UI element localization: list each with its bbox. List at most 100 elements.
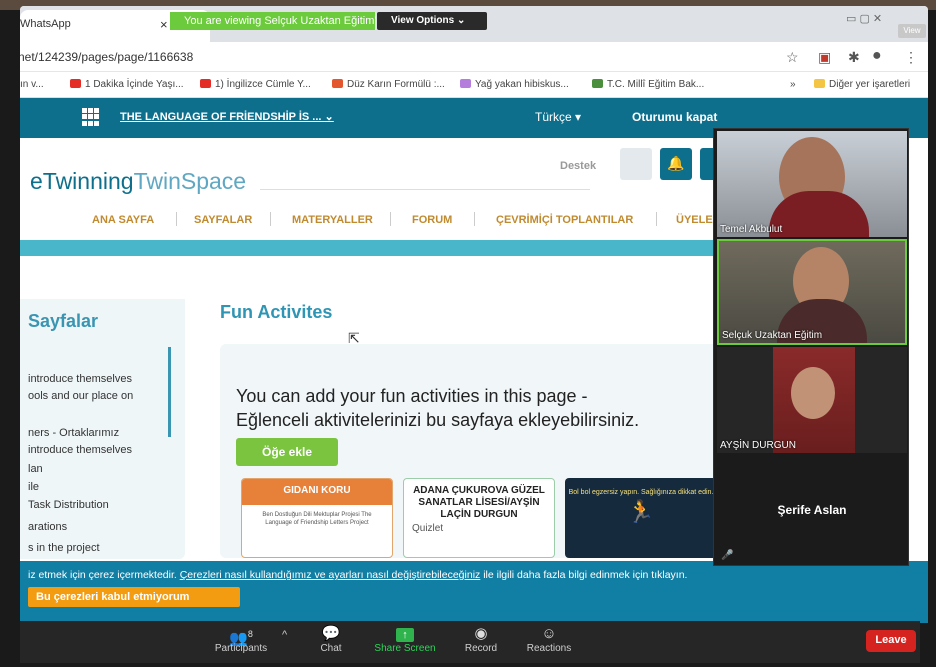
intro-text: You can add your fun activities in this … xyxy=(236,386,640,430)
participants-icon: 👥8 xyxy=(229,629,253,647)
record-icon: ◉ xyxy=(474,625,488,642)
menu-separator xyxy=(474,212,475,226)
bookmark-item[interactable]: T.C. Millî Eğitim Bak... xyxy=(592,79,704,90)
language-selector[interactable]: Türkçe ▾ xyxy=(535,110,581,124)
activity-tile[interactable]: GIDANI KORU Ben Dostluğun Dili Mektuplar… xyxy=(241,478,393,558)
menu-forum[interactable]: FORUM xyxy=(412,214,452,226)
project-selector[interactable]: THE LANGUAGE OF FRİENDSHİP İS ... ⌄ xyxy=(120,110,334,123)
support-link[interactable]: Destek xyxy=(560,160,596,172)
flower-icon xyxy=(460,79,471,88)
profile-icon[interactable]: ● xyxy=(872,47,882,65)
sidebar-title: Sayfalar xyxy=(28,311,99,331)
bookmark-item[interactable]: 1) İngilizce Cümle Y... xyxy=(200,79,311,90)
bookmark-item[interactable]: ın v... xyxy=(20,79,44,90)
tile-body: Ben Dostluğun Dili Mektuplar Projesi The… xyxy=(262,512,372,526)
kebab-menu-icon[interactable]: ⋮ xyxy=(904,49,918,66)
record-button[interactable]: ◉ Record xyxy=(446,625,516,654)
tile-title: ADANA ÇUKUROVA GÜZEL SANATLAR LİSESİ/AYŞ… xyxy=(413,485,545,520)
menu-pages[interactable]: SAYFALAR xyxy=(194,214,252,226)
sidebar-item[interactable]: introduce themselves xyxy=(28,444,132,456)
url-text[interactable]: net/124239/pages/page/1166638 xyxy=(20,50,193,64)
chevron-down-icon: ⌄ xyxy=(324,111,334,123)
leave-button[interactable]: Leave xyxy=(866,630,916,652)
tab-bar: WhatsApp × You are viewing Selçuk Uzakta… xyxy=(20,6,928,42)
logout-link[interactable]: Oturumu kapat xyxy=(632,110,717,124)
bookmark-item[interactable]: Yağ yakan hibiskus... xyxy=(460,79,569,90)
bookmarks-overflow[interactable]: » xyxy=(790,79,796,90)
video-tile[interactable]: Temel Akbulut xyxy=(717,131,907,237)
caret-down-icon: ▾ xyxy=(575,110,582,124)
teal-bar xyxy=(20,240,720,256)
pages-sidebar: Sayfalar introduce themselves ools and o… xyxy=(20,299,185,559)
participant-name: Temel Akbulut xyxy=(720,224,783,235)
sidebar-item[interactable]: ile xyxy=(28,481,39,493)
participant-name: Selçuk Uzaktan Eğitim xyxy=(722,330,823,341)
folder-icon xyxy=(814,79,825,88)
bookmark-item[interactable]: Düz Karın Formülü :... xyxy=(332,79,445,90)
cookie-banner: iz etmek için çerez içermektedir. Çerezl… xyxy=(20,561,928,623)
participants-caret-icon[interactable]: ^ xyxy=(282,629,287,641)
activity-tile[interactable]: ADANA ÇUKUROVA GÜZEL SANATLAR LİSESİ/AYŞ… xyxy=(403,478,555,558)
youtube-icon xyxy=(70,79,81,88)
exercise-illustration: 🏃 xyxy=(627,499,655,524)
divider xyxy=(260,189,590,190)
view-options-button[interactable]: View Options ⌄ xyxy=(377,12,487,30)
tile-type: Quizlet xyxy=(412,523,444,534)
share-screen-button[interactable]: ↑ Share Screen xyxy=(370,625,440,654)
bell-icon[interactable]: 🔔 xyxy=(660,148,692,180)
mic-muted-icon: 🎤 xyxy=(721,550,734,561)
menu-materials[interactable]: MATERYALLER xyxy=(292,214,373,226)
sidebar-item[interactable]: s in the project xyxy=(28,542,100,554)
cookie-settings-link[interactable]: Çerezleri nasıl kullandığımız ve ayarlar… xyxy=(180,569,481,581)
add-item-button[interactable]: Öğe ekle xyxy=(236,438,338,466)
bookmark-folder[interactable]: Diğer yer işaretleri xyxy=(814,79,910,90)
view-button[interactable]: View xyxy=(898,24,926,38)
reject-cookies-button[interactable]: Bu çerezleri kabul etmiyorum xyxy=(28,587,240,607)
video-tile[interactable]: AYŞİN DURGUN xyxy=(717,347,907,453)
bookmark-item[interactable]: 1 Dakika İçinde Yaşı... xyxy=(70,79,184,90)
sidebar-item[interactable]: lan xyxy=(28,463,43,475)
tile-text: Bol bol egzersiz yapın. Sağlığınıza dikk… xyxy=(568,489,714,496)
cookie-text: iz etmek için çerez içermektedir. Çerezl… xyxy=(28,569,688,581)
reactions-icon: ☺ xyxy=(541,625,557,642)
share-screen-icon: ↑ xyxy=(370,625,440,643)
sidebar-item[interactable]: arations xyxy=(28,521,67,533)
bookmarks-bar: ın v... 1 Dakika İçinde Yaşı... 1) İngil… xyxy=(20,72,928,98)
participants-button[interactable]: 👥8 Participants xyxy=(206,625,276,654)
video-tile[interactable]: Şerife Aslan 🎤 xyxy=(717,457,907,563)
menu-separator xyxy=(270,212,271,226)
sidebar-item[interactable]: Task Distribution xyxy=(28,499,109,511)
twinspace-logo[interactable]: eTwinningTwinSpace xyxy=(30,168,246,195)
sidebar-scroll-indicator[interactable] xyxy=(168,347,171,437)
tile-header: GIDANI KORU xyxy=(242,479,392,505)
menu-members[interactable]: ÜYELE xyxy=(676,214,713,226)
sidebar-item[interactable]: introduce themselves xyxy=(28,373,132,385)
site-icon xyxy=(332,79,343,88)
user-avatar-button[interactable] xyxy=(620,148,652,180)
star-icon[interactable]: ☆ xyxy=(786,49,799,66)
tab-close-icon[interactable]: × xyxy=(160,17,168,32)
reactions-button[interactable]: ☺ Reactions xyxy=(514,625,584,654)
video-tile-active-speaker[interactable]: Selçuk Uzaktan Eğitim xyxy=(717,239,907,345)
menu-online-meetings[interactable]: ÇEVRİMİÇİ TOPLANTILAR xyxy=(496,214,633,226)
chat-icon: 💬 xyxy=(321,625,341,642)
participant-video xyxy=(773,347,855,453)
address-bar[interactable]: net/124239/pages/page/1166638 ☆ ▣ ✱ ● ⋮ xyxy=(20,42,928,72)
puzzle-icon[interactable]: ✱ xyxy=(848,49,860,66)
menu-home[interactable]: ANA SAYFA xyxy=(92,214,154,226)
chat-button[interactable]: 💬 Chat xyxy=(296,625,366,654)
sidebar-item[interactable]: ools and our place on xyxy=(28,390,133,402)
youtube-icon xyxy=(200,79,211,88)
activity-tile[interactable]: Bol bol egzersiz yapın. Sağlığınıza dikk… xyxy=(565,478,717,558)
zoom-video-panel: Temel Akbulut Selçuk Uzaktan Eğitim AYŞİ… xyxy=(713,128,909,566)
participant-name: Şerife Aslan xyxy=(777,503,847,517)
meb-icon xyxy=(592,79,603,88)
participant-name: AYŞİN DURGUN xyxy=(720,440,796,451)
screen-share-banner: You are viewing Selçuk Uzaktan Eğitim's … xyxy=(170,12,418,30)
apps-grid-icon[interactable] xyxy=(82,108,100,126)
sidebar-item[interactable]: ners - Ortaklarımız xyxy=(28,427,119,439)
menu-separator xyxy=(176,212,177,226)
tab-title: WhatsApp xyxy=(20,18,71,30)
page-title: Fun Activites xyxy=(220,302,333,322)
extension-icon[interactable]: ▣ xyxy=(818,49,831,66)
